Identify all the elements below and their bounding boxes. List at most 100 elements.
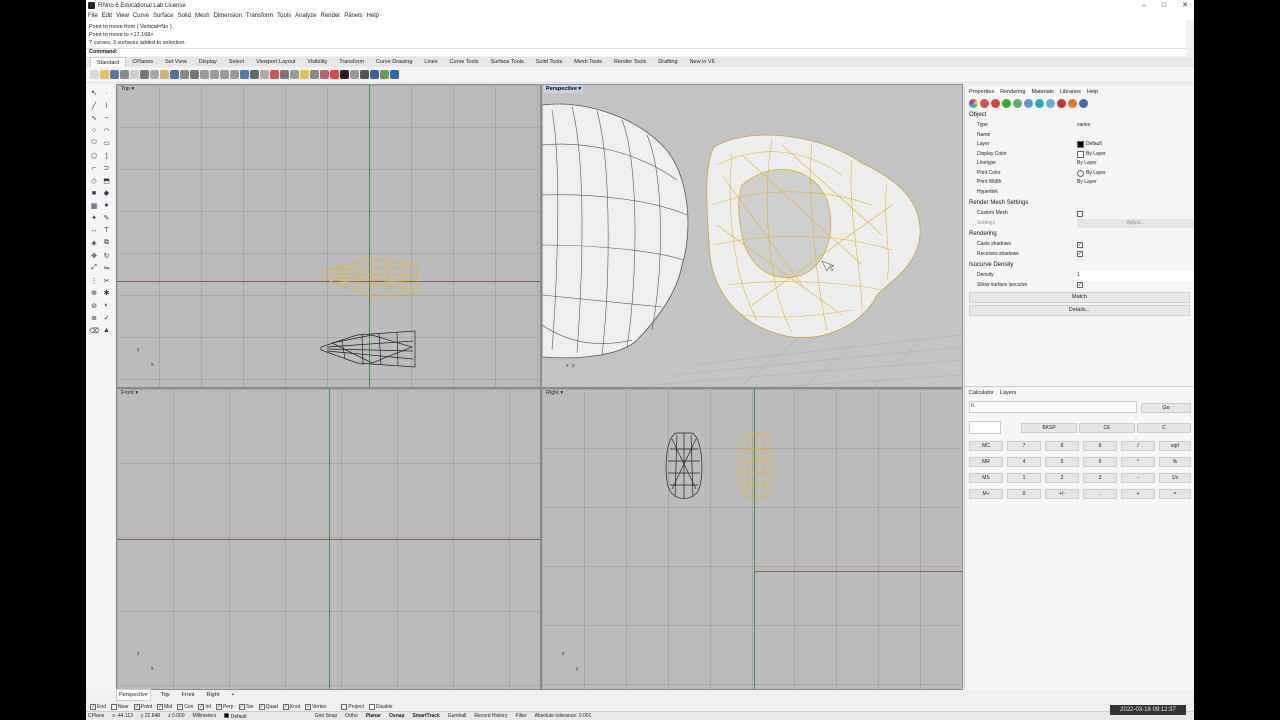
material-icon[interactable] (370, 70, 379, 79)
surface-from-points-icon[interactable]: ◇ (89, 176, 99, 186)
calc-key[interactable]: MS (969, 473, 1003, 483)
freeform-curve-icon[interactable]: ~ (102, 113, 112, 123)
menu-view[interactable]: View (116, 13, 129, 19)
lock-icon[interactable] (290, 70, 299, 79)
osnap-cen[interactable]: ✓ Cen (177, 703, 193, 710)
calc-key[interactable]: MR (969, 457, 1003, 467)
record-history-toggle[interactable]: Record History (474, 713, 507, 719)
calc-key[interactable]: 0 (1007, 489, 1041, 499)
smarttrack-toggle[interactable]: SmartTrack (413, 713, 440, 719)
copy-icon[interactable] (150, 70, 159, 79)
tab-properties[interactable]: Properties (969, 89, 994, 95)
view-tab-front[interactable]: Front (180, 690, 197, 700)
select-icon[interactable] (270, 70, 279, 79)
tab-help[interactable]: Help (1087, 89, 1098, 95)
osnap-int[interactable]: ✓ Int (198, 703, 211, 710)
view-tab-right[interactable]: Right (204, 690, 221, 700)
color-wheel-icon[interactable] (330, 70, 339, 79)
check-icon[interactable]: ✓ (102, 313, 112, 323)
library-icon[interactable] (1079, 98, 1088, 108)
tab-curve-tools[interactable]: Curve Tools (444, 57, 485, 67)
tab-rendering[interactable]: Rendering (1000, 89, 1025, 95)
calc-key[interactable]: 3 (1083, 473, 1117, 483)
details-button[interactable]: Details... (969, 305, 1190, 316)
tab-display[interactable]: Display (193, 57, 223, 67)
command-input[interactable]: Command: (86, 48, 1186, 56)
group-icon[interactable]: ⧉ (102, 238, 112, 248)
layer-icon[interactable] (310, 70, 319, 79)
cut-icon[interactable] (140, 70, 149, 79)
add-view-tab-icon[interactable]: + (229, 690, 236, 700)
calc-key[interactable]: 5 (1045, 457, 1079, 467)
light-icon[interactable] (991, 98, 1000, 108)
menu-panels[interactable]: Panels (344, 13, 362, 19)
calc-key[interactable]: 6 (1083, 457, 1117, 467)
osnap-mid[interactable]: ✓ Mid (157, 703, 172, 710)
undo-view-icon[interactable] (240, 70, 249, 79)
sphere-icon[interactable]: ● (102, 201, 112, 211)
trim-tool-icon[interactable]: ✂ (102, 276, 112, 286)
point-icon[interactable]: · (102, 88, 112, 98)
minimize-icon[interactable]: – (1142, 0, 1146, 11)
tab-lines[interactable]: Lines (418, 57, 443, 67)
calc-key[interactable]: MC (969, 441, 1003, 451)
clear-entry-button[interactable]: CE (1079, 423, 1135, 433)
planar-toggle[interactable]: Planar (366, 713, 381, 719)
osnap-vertex[interactable]: ✓ Vertex (305, 703, 326, 710)
ellipse-icon[interactable]: ⬭ (89, 138, 99, 148)
rotate-view-icon[interactable] (190, 70, 199, 79)
help-icon[interactable] (390, 70, 399, 79)
receives-shadows-row[interactable]: Receives shadows ✓ (965, 250, 1194, 260)
osnap-near[interactable]: Near (110, 703, 129, 710)
environment-icon[interactable] (380, 70, 389, 79)
casts-shadows-row[interactable]: Casts shadows ✓ (965, 240, 1194, 250)
calc-key[interactable]: 8 (1045, 441, 1079, 451)
menu-solid[interactable]: Solid (178, 13, 191, 19)
adjust-button[interactable]: Adjust... (1077, 218, 1194, 228)
property-row-print-color[interactable]: Print Color By Layer (965, 169, 1194, 179)
tab-solid-tools[interactable]: Solid Tools (530, 57, 569, 67)
calc-key[interactable]: % (1159, 457, 1191, 467)
render-tool-icon[interactable]: ◐ (102, 301, 112, 311)
tab-surface-tools[interactable]: Surface Tools (485, 57, 530, 67)
box-solid-icon[interactable]: ■ (89, 188, 99, 198)
menu-curve[interactable]: Curve (133, 13, 149, 19)
menu-file[interactable]: File (88, 13, 98, 19)
object-properties-icon[interactable] (320, 70, 329, 79)
zoom-selected-icon[interactable] (230, 70, 239, 79)
grid-snap-toggle[interactable]: Grid Snap (315, 713, 338, 719)
close-icon[interactable]: ✕ (1182, 0, 1188, 11)
show-isocurve-checkbox[interactable]: ✓ (1077, 282, 1083, 289)
tab-mesh-tools[interactable]: Mesh Tools (568, 57, 608, 67)
property-row-linetype[interactable]: Linetype By Layer (965, 159, 1194, 169)
move-tool-icon[interactable]: ✥ (89, 251, 99, 261)
tab-viewport-layout[interactable]: Viewport Layout (250, 57, 301, 67)
pan-hand-icon[interactable] (180, 70, 189, 79)
osnap-project[interactable]: Project (341, 703, 364, 710)
mesh-icon[interactable]: ▦ (89, 201, 99, 211)
tab-transform[interactable]: Transform (333, 57, 370, 67)
tab-libraries[interactable]: Libraries (1060, 89, 1081, 95)
calc-key[interactable]: / (1121, 441, 1155, 451)
calc-key[interactable]: = (1159, 489, 1191, 499)
rendered-sphere-icon[interactable] (350, 70, 359, 79)
join-tool-icon[interactable]: ⊕ (89, 288, 99, 298)
layer-icon[interactable] (1057, 98, 1066, 108)
property-row-print-width[interactable]: Print Width By Layer (965, 178, 1194, 188)
maximize-icon[interactable]: □ (1162, 0, 1166, 11)
scale-tool-icon[interactable]: ⤢ (89, 263, 99, 273)
menu-surface[interactable]: Surface (153, 13, 174, 19)
casts-shadows-checkbox[interactable]: ✓ (1077, 241, 1083, 248)
calc-key[interactable]: 1/x (1159, 473, 1191, 483)
menu-help[interactable]: Help (367, 13, 379, 19)
osnap-perp[interactable]: ✓ Perp (215, 703, 234, 710)
custom-mesh-checkbox[interactable] (1077, 210, 1083, 217)
text-curve-icon[interactable]: ⟆ (102, 151, 112, 161)
calc-key[interactable]: M+ (969, 489, 1003, 499)
eraser-icon[interactable]: ⌫ (89, 326, 99, 336)
go-button[interactable]: Go (1141, 403, 1191, 413)
menu-dimension[interactable]: Dimension (214, 13, 242, 19)
calculator-display[interactable]: 0. (969, 401, 1137, 413)
tab-drafting[interactable]: Drafting (652, 57, 683, 67)
filter-toggle[interactable]: Filter (515, 713, 526, 719)
